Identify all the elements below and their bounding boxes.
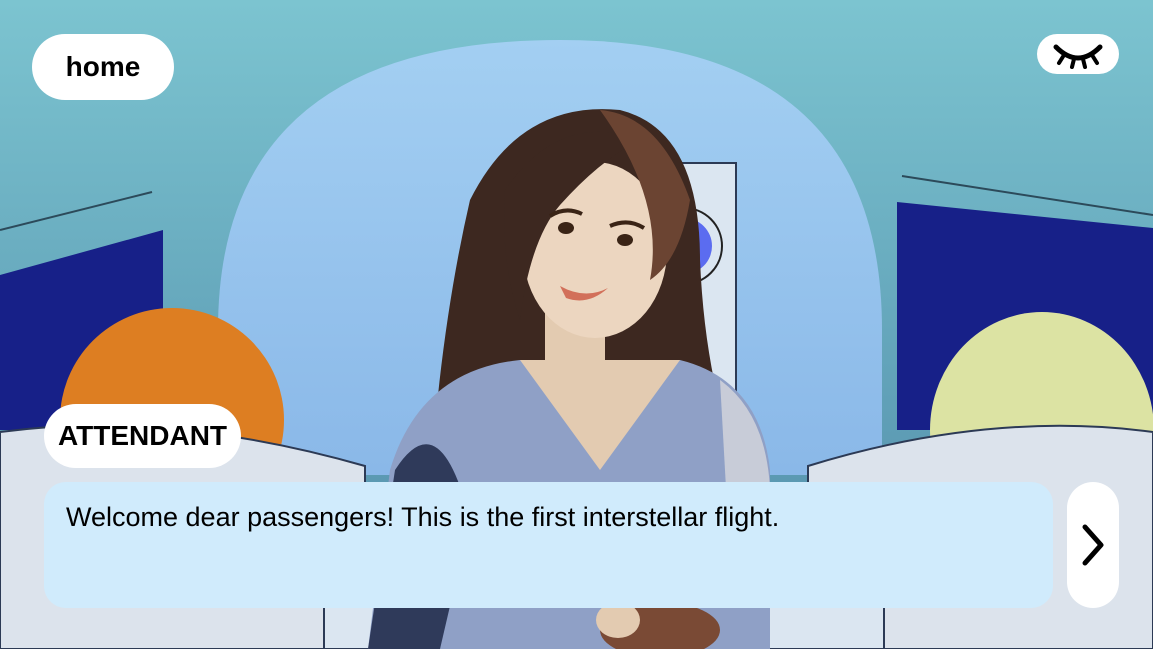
chevron-right-icon	[1082, 524, 1104, 566]
dialogue-text: Welcome dear passengers! This is the fir…	[66, 502, 780, 532]
speaker-name-tag: ATTENDANT	[44, 404, 242, 468]
dialogue-box[interactable]: Welcome dear passengers! This is the fir…	[44, 482, 1053, 608]
home-button[interactable]: home	[32, 34, 174, 100]
closed-eye-icon	[1053, 44, 1103, 69]
next-button[interactable]	[1067, 482, 1119, 608]
hide-ui-button[interactable]	[1037, 34, 1119, 74]
